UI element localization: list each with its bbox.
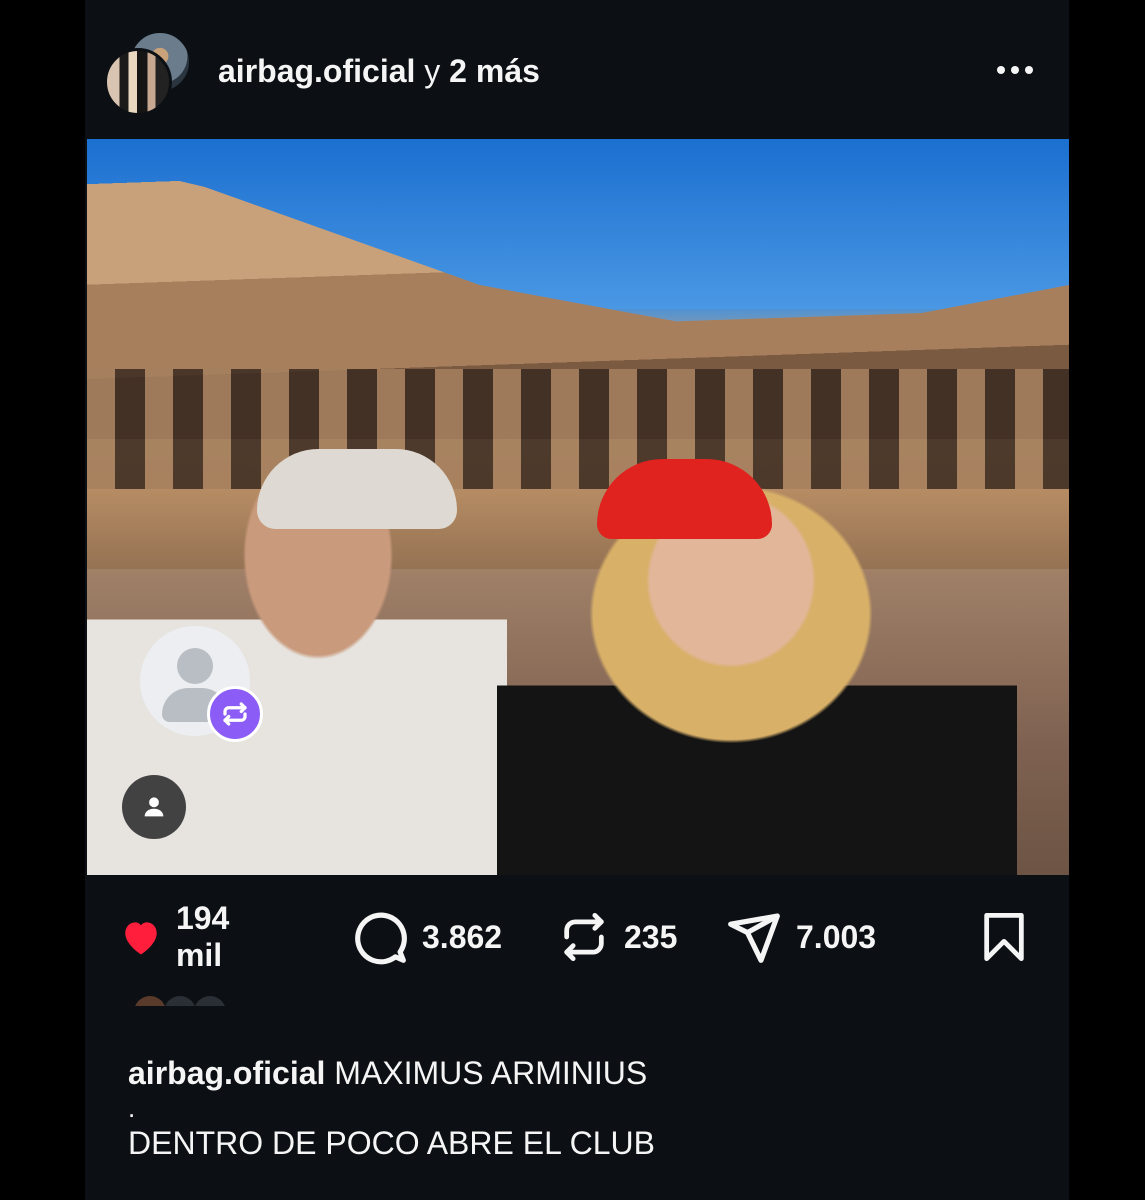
heart-icon	[125, 922, 157, 955]
photo-person-right	[497, 454, 1017, 875]
collab-avatar-stack[interactable]	[104, 30, 192, 116]
more-options-icon[interactable]	[990, 52, 1040, 88]
like-button[interactable]: 194 mil	[120, 900, 249, 973]
comment-count: 3.862	[422, 918, 503, 955]
like-count: 194 mil	[175, 900, 230, 973]
collab-more-link[interactable]: 2 más	[449, 53, 540, 89]
caption-author[interactable]: airbag.oficial	[128, 1055, 325, 1091]
caption-line-3: DENTRO DE POCO ABRE EL CLUB	[128, 1125, 655, 1161]
caption-line-1: MAXIMUS ARMINIUS	[334, 1055, 648, 1091]
repost-action-icon	[564, 912, 604, 962]
post-photo[interactable]	[87, 139, 1069, 875]
share-count: 7.003	[796, 918, 877, 955]
collab-connector: y	[424, 53, 441, 89]
repost-icon	[207, 686, 263, 742]
liked-by-avatars	[128, 996, 728, 1006]
send-icon	[728, 913, 780, 963]
repost-button[interactable]: 235	[558, 905, 677, 969]
repost-count: 235	[624, 918, 678, 955]
avatar-primary	[104, 48, 172, 116]
post-header-authors[interactable]: airbag.oficial y 2 más	[218, 52, 540, 90]
comment-button[interactable]: 3.862	[352, 905, 502, 969]
share-button[interactable]: 7.003	[726, 905, 876, 969]
author-username[interactable]: airbag.oficial	[218, 53, 415, 89]
person-tag-icon[interactable]	[122, 775, 186, 839]
comment-icon	[355, 912, 407, 965]
bookmark-icon[interactable]	[978, 910, 1030, 969]
caption-line-2: .	[128, 1093, 136, 1123]
post-caption: airbag.oficial MAXIMUS ARMINIUS . DENTRO…	[128, 1052, 655, 1164]
